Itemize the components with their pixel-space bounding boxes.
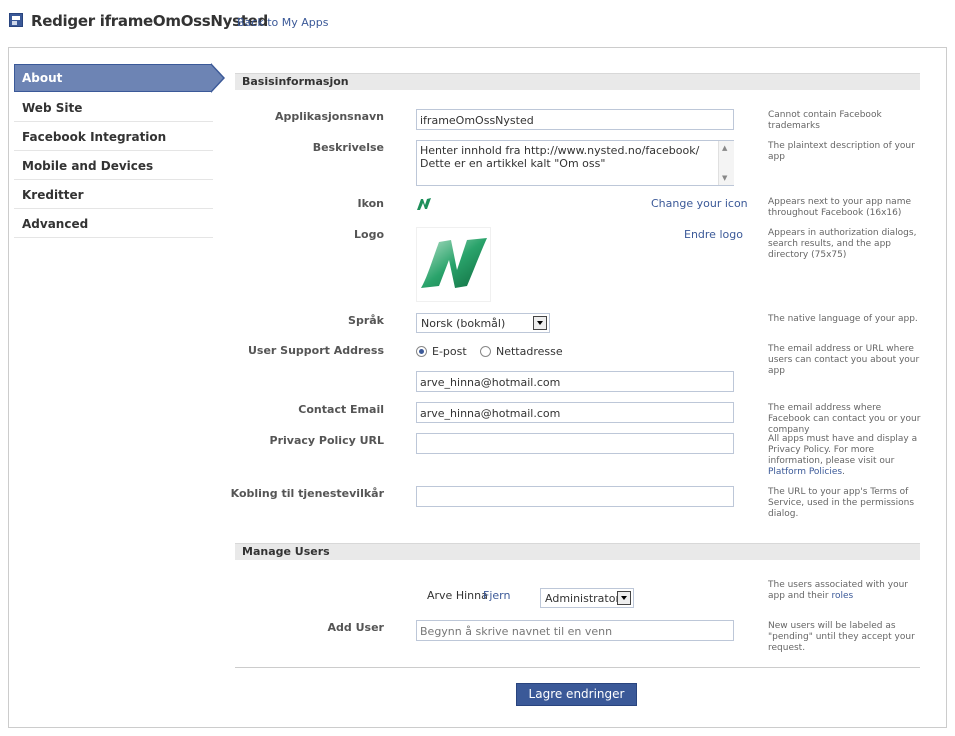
- sidebar-item-mobile-devices[interactable]: Mobile and Devices: [14, 152, 213, 180]
- tos-url-input[interactable]: [416, 486, 734, 507]
- support-url-radio[interactable]: [480, 346, 491, 357]
- description-textarea[interactable]: Henter innhold fra http://www.nysted.no/…: [416, 140, 734, 186]
- support-label: User Support Address: [247, 344, 384, 357]
- sidebar-item-web-site[interactable]: Web Site: [14, 94, 213, 122]
- logo-label: Logo: [354, 228, 384, 241]
- change-logo-link[interactable]: Endre logo: [684, 228, 743, 241]
- section-header-users: Manage Users: [235, 543, 920, 560]
- sidebar-item-label: Advanced: [22, 217, 89, 231]
- description-help: The plaintext description of your app: [768, 141, 915, 162]
- privacy-help-end: .: [842, 467, 845, 477]
- contact-email-help: The email address where Facebook can con…: [768, 403, 921, 435]
- user-name: Arve Hinna: [427, 589, 488, 602]
- privacy-help-text: All apps must have and display a Privacy…: [768, 434, 918, 466]
- app-name-help: Cannot contain Facebook trademarks: [768, 110, 882, 131]
- scroll-down-icon[interactable]: ▼: [722, 174, 727, 182]
- app-name-input[interactable]: iframeOmOssNysted: [416, 109, 734, 130]
- remove-user-link[interactable]: Fjern: [483, 589, 510, 602]
- app-logo: [416, 227, 491, 302]
- description-scrollbar[interactable]: ▲ ▼: [718, 141, 734, 185]
- sidebar-item-label: Web Site: [22, 101, 83, 115]
- contact-email-input[interactable]: arve_hinna@hotmail.com: [416, 402, 734, 423]
- logo-help: Appears in authorization dialogs, search…: [768, 228, 917, 260]
- support-url-label: Nettadresse: [496, 345, 563, 358]
- logo-image: [421, 238, 487, 288]
- language-value: Norsk (bokmål): [421, 317, 506, 330]
- icon-help: Appears next to your app name throughout…: [768, 197, 912, 218]
- sidebar-item-label: Kreditter: [22, 188, 84, 202]
- section-title: Manage Users: [242, 545, 330, 558]
- language-select[interactable]: Norsk (bokmål): [416, 313, 550, 333]
- section-title: Basisinformasjon: [242, 75, 349, 88]
- change-icon-link[interactable]: Change your icon: [651, 197, 748, 210]
- support-email-label: E-post: [432, 345, 467, 358]
- privacy-url-help: All apps must have and display a Privacy…: [768, 434, 923, 478]
- add-user-help: New users will be labeled as "pending" u…: [768, 621, 915, 653]
- page-title: Rediger iframeOmOssNysted: [31, 12, 268, 30]
- sidebar-item-advanced[interactable]: Advanced: [14, 210, 213, 238]
- sidebar-item-label: About: [22, 71, 63, 85]
- support-help: The email address or URL where users can…: [768, 344, 920, 376]
- chevron-down-icon[interactable]: [533, 316, 547, 330]
- icon-label: Ikon: [357, 197, 384, 210]
- description-line: Henter innhold fra http://www.nysted.no/…: [420, 144, 700, 157]
- sidebar-item-facebook-integration[interactable]: Facebook Integration: [14, 123, 213, 151]
- language-help: The native language of your app.: [768, 314, 918, 324]
- language-label: Språk: [348, 314, 384, 327]
- tos-url-label: Kobling til tjenestevilkår: [230, 487, 384, 500]
- sidebar-item-label: Mobile and Devices: [22, 159, 154, 173]
- support-email-radio[interactable]: [416, 346, 427, 357]
- privacy-url-input[interactable]: [416, 433, 734, 454]
- chevron-down-icon[interactable]: [617, 591, 631, 605]
- sidebar-item-label: Facebook Integration: [22, 130, 167, 144]
- contact-email-label: Contact Email: [298, 403, 384, 416]
- description-label: Beskrivelse: [312, 141, 384, 154]
- app-icon-image: [417, 198, 431, 210]
- app-icon: [9, 13, 23, 27]
- save-changes-button[interactable]: Lagre endringer: [516, 683, 637, 706]
- section-header-basic: Basisinformasjon: [235, 73, 920, 90]
- add-user-placeholder: Begynn å skrive navnet til en venn: [420, 625, 613, 638]
- support-address-input[interactable]: arve_hinna@hotmail.com: [416, 371, 734, 392]
- roles-link[interactable]: roles: [831, 591, 853, 601]
- description-line: Dette er en artikkel kalt "Om oss": [420, 157, 606, 170]
- users-help: The users associated with your app and t…: [768, 580, 923, 602]
- divider: [235, 667, 920, 668]
- add-user-label: Add User: [327, 621, 384, 634]
- platform-policies-link[interactable]: Platform Policies: [768, 467, 842, 477]
- sidebar-item-about[interactable]: About: [14, 64, 213, 92]
- scroll-up-icon[interactable]: ▲: [722, 144, 727, 152]
- back-to-apps-link[interactable]: Back to My Apps: [237, 16, 328, 29]
- user-role-value: Administrator: [545, 592, 620, 605]
- app-name-label: Applikasjonsnavn: [274, 110, 384, 123]
- sidebar-item-kreditter[interactable]: Kreditter: [14, 181, 213, 209]
- user-role-select[interactable]: Administrator: [540, 588, 634, 608]
- tos-url-help: The URL to your app's Terms of Service, …: [768, 487, 915, 519]
- add-user-input[interactable]: Begynn å skrive navnet til en venn: [416, 620, 734, 641]
- privacy-url-label: Privacy Policy URL: [269, 434, 384, 447]
